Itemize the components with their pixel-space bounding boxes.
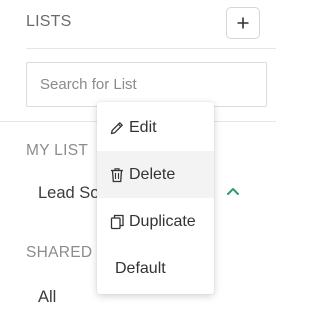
lists-heading: LISTS (26, 13, 72, 30)
list-item-all[interactable]: All (38, 288, 56, 307)
menu-item-label: Duplicate (129, 212, 196, 230)
menu-item-label: Delete (129, 165, 176, 183)
menu-item-default[interactable]: Default (97, 245, 214, 292)
list-item-lead-source[interactable]: Lead So (38, 184, 99, 203)
search-input[interactable] (26, 62, 267, 107)
divider (26, 48, 276, 49)
menu-item-label: Edit (129, 118, 157, 136)
copy-icon (109, 213, 125, 231)
add-list-button[interactable] (226, 7, 260, 39)
menu-item-duplicate[interactable]: Duplicate (97, 198, 214, 245)
plus-icon (237, 17, 249, 29)
lists-panel: LISTS MY LIST Lead So SHARED All Edit (0, 0, 284, 318)
chevron-up-icon[interactable] (226, 186, 240, 196)
section-label-shared: SHARED (26, 244, 93, 261)
menu-item-label: Default (115, 259, 166, 277)
trash-icon (109, 166, 125, 184)
menu-item-edit[interactable]: Edit (97, 104, 214, 151)
pencil-icon (109, 119, 125, 137)
menu-item-delete[interactable]: Delete (97, 151, 214, 198)
section-label-my-list: MY LIST (26, 142, 89, 159)
list-actions-menu: Edit Delete Duplicate Default (97, 102, 214, 294)
